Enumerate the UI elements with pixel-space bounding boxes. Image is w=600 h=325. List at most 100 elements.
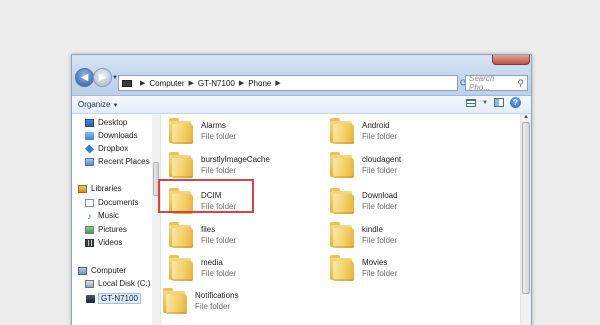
folder-item[interactable]: Movies File folder [328, 255, 397, 283]
nav-item-music[interactable]: ♪ Music [85, 211, 119, 220]
disk-icon [85, 279, 94, 288]
folder-name: Android [362, 121, 390, 130]
folder-type: File folder [201, 166, 237, 175]
folder-type: File folder [362, 132, 398, 141]
back-button[interactable]: ◀ [75, 68, 94, 87]
navigation-pane: Desktop Downloads Dropbox Recent Places … [72, 114, 161, 325]
nav-item-local-disk[interactable]: Local Disk (C:) [85, 279, 150, 288]
nav-item-dropbox[interactable]: Dropbox [84, 143, 128, 154]
folder-type: File folder [201, 236, 237, 245]
chevron-right-icon[interactable]: ▶ [275, 79, 280, 87]
folder-item[interactable]: Notifications File folder [161, 288, 239, 316]
nav-label: Videos [98, 238, 123, 247]
folder-item[interactable]: media File folder [167, 255, 236, 283]
folder-icon [328, 222, 356, 250]
scroll-up-icon[interactable]: ▲ [521, 114, 531, 120]
folder-name: Download [362, 191, 398, 200]
nav-label: Documents [98, 198, 139, 207]
search-input[interactable]: Search Pho... ⚲ [465, 74, 528, 92]
scrollbar-thumb[interactable] [522, 122, 530, 294]
folder-name: burstlyImageCache [201, 155, 270, 164]
folder-name: media [201, 258, 223, 267]
folder-icon [167, 255, 195, 283]
breadcrumb-computer[interactable]: Computer [149, 79, 184, 88]
folder-name: cloudagent [362, 155, 402, 164]
folder-icon [328, 255, 356, 283]
folder-item[interactable]: Alarms File folder [167, 118, 236, 146]
chevron-right-icon[interactable]: ▶ [140, 79, 145, 87]
folder-icon [167, 118, 195, 146]
organize-menu[interactable]: Organize ▼ [78, 100, 118, 109]
pictures-icon [85, 225, 94, 234]
folder-icon [328, 152, 356, 180]
navigation-scrollbar[interactable] [152, 114, 160, 325]
back-arrow-icon: ◀ [80, 71, 89, 83]
search-icon[interactable]: ⚲ [517, 78, 524, 89]
chevron-right-icon[interactable]: ▶ [189, 79, 194, 87]
dropbox-icon [84, 143, 95, 154]
preview-pane-icon[interactable] [494, 98, 504, 107]
breadcrumb-device[interactable]: GT-N7100 [198, 79, 235, 88]
file-list: Alarms File folder burstlyImageCache File … [158, 114, 519, 325]
folder-name: Movies [362, 258, 388, 267]
desktop-icon [85, 118, 94, 127]
dcim-highlight-box [158, 179, 254, 213]
title-bar: ◀ ▶ ▼ ▶ Computer ▶ GT-N7100 ▶ Phone ▶ ⟳ … [72, 55, 531, 96]
folder-item[interactable]: Android File folder [328, 118, 397, 146]
nav-label: Desktop [98, 118, 128, 127]
content-scrollbar[interactable]: ▲ [520, 114, 531, 325]
nav-label: GT-N7100 [98, 293, 141, 304]
nav-label: Computer [91, 266, 127, 275]
explorer-window: ◀ ▶ ▼ ▶ Computer ▶ GT-N7100 ▶ Phone ▶ ⟳ … [71, 54, 532, 325]
command-bar: Organize ▼ ▼ ? [72, 96, 531, 114]
libraries-icon [78, 184, 87, 193]
folder-type: File folder [362, 269, 398, 278]
forward-arrow-icon: ▶ [98, 71, 107, 83]
nav-item-downloads[interactable]: Downloads [85, 131, 138, 140]
folder-name: kindle [362, 225, 383, 234]
nav-item-recent-places[interactable]: Recent Places [85, 157, 150, 166]
folder-type: File folder [362, 236, 398, 245]
folder-type: File folder [201, 132, 237, 141]
videos-icon [85, 238, 94, 247]
recent-places-icon [85, 157, 94, 166]
nav-item-pictures[interactable]: Pictures [85, 225, 127, 234]
phone-icon [86, 294, 95, 303]
toolbar-right: ▼ ? [466, 97, 521, 108]
nav-label: Downloads [98, 131, 138, 140]
folder-item[interactable]: cloudagent File folder [328, 152, 401, 180]
nav-label: Pictures [98, 225, 127, 234]
folder-type: File folder [362, 202, 398, 211]
folder-icon [161, 288, 189, 316]
chevron-down-icon: ▼ [112, 103, 119, 109]
forward-button[interactable]: ▶ [93, 68, 112, 87]
view-options-icon[interactable] [466, 98, 477, 107]
nav-item-desktop[interactable]: Desktop [85, 118, 127, 127]
nav-item-documents[interactable]: Documents [85, 198, 138, 207]
breadcrumb-phone[interactable]: Phone [248, 79, 271, 88]
folder-item[interactable]: burstlyImageCache File folder [167, 152, 270, 180]
folder-type: File folder [201, 269, 237, 278]
folder-item[interactable]: files File folder [167, 222, 236, 250]
close-button[interactable] [492, 55, 530, 65]
folder-icon [167, 222, 195, 250]
chevron-right-icon[interactable]: ▶ [239, 79, 244, 87]
folder-item[interactable]: kindle File folder [328, 222, 397, 250]
chevron-down-icon[interactable]: ▼ [482, 100, 488, 106]
nav-item-videos[interactable]: Videos [85, 238, 122, 247]
device-icon [122, 79, 132, 87]
address-bar[interactable]: ▶ Computer ▶ GT-N7100 ▶ Phone ▶ [118, 75, 458, 91]
music-icon: ♪ [87, 210, 92, 221]
nav-item-libraries[interactable]: Libraries [78, 184, 122, 193]
folder-icon [167, 152, 195, 180]
help-icon[interactable]: ? [510, 97, 521, 108]
folder-name: Notifications [195, 291, 239, 300]
organize-label: Organize [78, 100, 111, 109]
nav-label: Music [98, 211, 119, 220]
nav-item-gt-n7100[interactable]: GT-N7100 [85, 293, 141, 304]
folder-icon [328, 188, 356, 216]
nav-item-computer[interactable]: Computer [78, 266, 126, 275]
folder-name: Alarms [201, 121, 226, 130]
folder-item[interactable]: Download File folder [328, 188, 398, 216]
folder-icon [328, 118, 356, 146]
